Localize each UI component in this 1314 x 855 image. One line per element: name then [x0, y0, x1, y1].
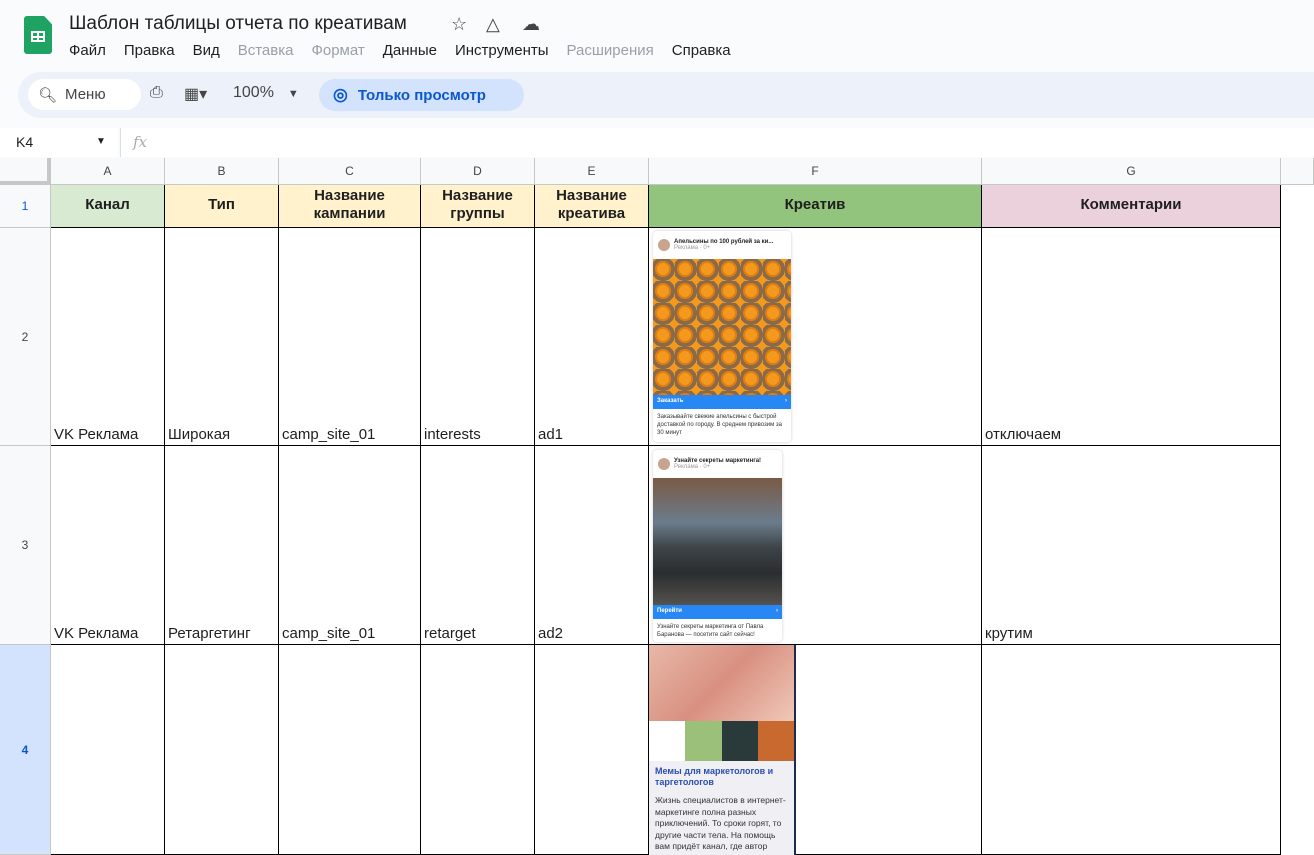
- avatar: [658, 239, 670, 251]
- menu-bar: Файл Правка Вид Вставка Формат Данные Ин…: [69, 42, 731, 59]
- cell-e2[interactable]: ad1: [535, 228, 649, 446]
- ad-headline: Мемы для маркетологов и таргетологов: [655, 766, 774, 787]
- row-header-2[interactable]: 2: [0, 228, 51, 446]
- cell-e4[interactable]: [535, 645, 649, 855]
- name-box-value: K4: [16, 134, 34, 150]
- menu-help[interactable]: Справка: [672, 42, 731, 59]
- menu-file[interactable]: Файл: [69, 42, 106, 59]
- cell-a2[interactable]: VK Реклама: [51, 228, 165, 446]
- avatar: [658, 458, 670, 470]
- star-icon[interactable]: ☆: [451, 14, 467, 35]
- chevron-down-icon: ▼: [287, 88, 299, 100]
- column-header-c[interactable]: C: [279, 158, 421, 185]
- menu-search[interactable]: 🔍︎ Меню: [28, 79, 141, 110]
- creative-image-oranges: Апельсины по 100 рублей за ки... Реклама …: [653, 231, 791, 442]
- row-header-3[interactable]: 3: [0, 446, 51, 645]
- cell-f2[interactable]: Апельсины по 100 рублей за ки... Реклама …: [649, 228, 982, 446]
- cell-g2[interactable]: отключаем: [982, 228, 1281, 446]
- sheets-logo[interactable]: [24, 16, 52, 54]
- column-header-g[interactable]: G: [982, 158, 1281, 185]
- cell-c4[interactable]: [279, 645, 421, 855]
- zoom-select[interactable]: 100% ▼: [233, 84, 299, 102]
- cell-d4[interactable]: [421, 645, 535, 855]
- menu-insert: Вставка: [237, 42, 294, 59]
- select-all-corner[interactable]: [0, 158, 51, 185]
- cell-b4[interactable]: [165, 645, 279, 855]
- whisper-photo: [649, 645, 794, 721]
- ad-sublabel: Реклама · 0+: [674, 245, 711, 251]
- column-header-a[interactable]: A: [51, 158, 165, 185]
- cell-d2[interactable]: interests: [421, 228, 535, 446]
- cell-e3[interactable]: ad2: [535, 446, 649, 645]
- header-cell-type[interactable]: Тип: [165, 185, 279, 228]
- view-only-button[interactable]: ◎ Только просмотр: [319, 79, 524, 111]
- menu-format: Формат: [311, 42, 365, 59]
- ad-cta-button: Перейти ›: [653, 605, 782, 619]
- header-cell-group[interactable]: Название группы: [421, 185, 535, 228]
- document-title[interactable]: Шаблон таблицы отчета по креативам: [69, 13, 407, 35]
- cell-a4[interactable]: [51, 645, 165, 855]
- column-header-f[interactable]: F: [649, 158, 982, 185]
- cell-f4[interactable]: Мемы для маркетологов и таргетологов Жиз…: [649, 645, 982, 855]
- eye-icon: ◎: [333, 85, 348, 104]
- header-cell-creative-name[interactable]: Название креатива: [535, 185, 649, 228]
- menu-tools[interactable]: Инструменты: [455, 42, 549, 59]
- ad-sublabel: Реклама · 0+: [674, 464, 711, 470]
- zoom-value: 100%: [233, 84, 274, 101]
- menu-edit[interactable]: Правка: [124, 42, 175, 59]
- car-photo: [653, 478, 782, 605]
- column-header-b[interactable]: B: [165, 158, 279, 185]
- search-icon: 🔍︎: [38, 86, 58, 104]
- ad-cta-button: Заказать ›: [653, 395, 791, 409]
- cell-c3[interactable]: camp_site_01: [279, 446, 421, 645]
- cloud-saved-icon[interactable]: ☁: [522, 14, 540, 35]
- toolbar: [18, 72, 1314, 118]
- search-label: Меню: [65, 86, 106, 103]
- formula-bar[interactable]: fx: [120, 128, 1314, 157]
- ad-text: Узнайте секреты маркетинга от Павла Бара…: [657, 624, 764, 638]
- name-box[interactable]: K4 ▼: [0, 128, 118, 157]
- column-header-d[interactable]: D: [421, 158, 535, 185]
- cell-g3[interactable]: крутим: [982, 446, 1281, 645]
- menu-extensions: Расширения: [566, 42, 654, 59]
- row-header-4[interactable]: 4: [0, 645, 51, 855]
- header-cell-creative[interactable]: Креатив: [649, 185, 982, 228]
- row-header-1[interactable]: 1: [0, 185, 51, 228]
- creative-image-car: Узнайте секреты маркетинга! Реклама · 0+ …: [653, 450, 782, 642]
- spreadsheet-grid: A B C D E F G 1 2 3 4 Канал Тип Название…: [0, 158, 1314, 855]
- column-header-h[interactable]: [1281, 158, 1314, 185]
- cell-a3[interactable]: VK Реклама: [51, 446, 165, 645]
- menu-data[interactable]: Данные: [383, 42, 437, 59]
- cell-b3[interactable]: Ретаргетинг: [165, 446, 279, 645]
- cell-d3[interactable]: retarget: [421, 446, 535, 645]
- meme-collage: [649, 721, 794, 761]
- move-to-drive-icon[interactable]: △: [486, 14, 500, 35]
- header-cell-comments[interactable]: Комментарии: [982, 185, 1281, 228]
- column-header-e[interactable]: E: [535, 158, 649, 185]
- header-cell-campaign[interactable]: Название кампании: [279, 185, 421, 228]
- menu-view[interactable]: Вид: [193, 42, 220, 59]
- cell-g4[interactable]: [982, 645, 1281, 855]
- cell-b2[interactable]: Широкая: [165, 228, 279, 446]
- print-icon[interactable]: ⎙: [150, 84, 163, 102]
- view-only-label: Только просмотр: [357, 86, 486, 104]
- chevron-down-icon: ▼: [96, 136, 106, 147]
- cell-f3[interactable]: Узнайте секреты маркетинга! Реклама · 0+ …: [649, 446, 982, 645]
- view-options-icon[interactable]: ▦▾: [184, 84, 207, 104]
- header-cell-channel[interactable]: Канал: [51, 185, 165, 228]
- ad-text: Заказывайте свежие апельсины с быстрой д…: [657, 414, 782, 436]
- ad-text: Жизнь специалистов в интернет-маркетинге…: [655, 795, 786, 851]
- oranges-photo: [653, 259, 791, 395]
- creative-image-memes: Мемы для маркетологов и таргетологов Жиз…: [649, 645, 796, 855]
- fx-icon: fx: [133, 133, 148, 151]
- cell-c2[interactable]: camp_site_01: [279, 228, 421, 446]
